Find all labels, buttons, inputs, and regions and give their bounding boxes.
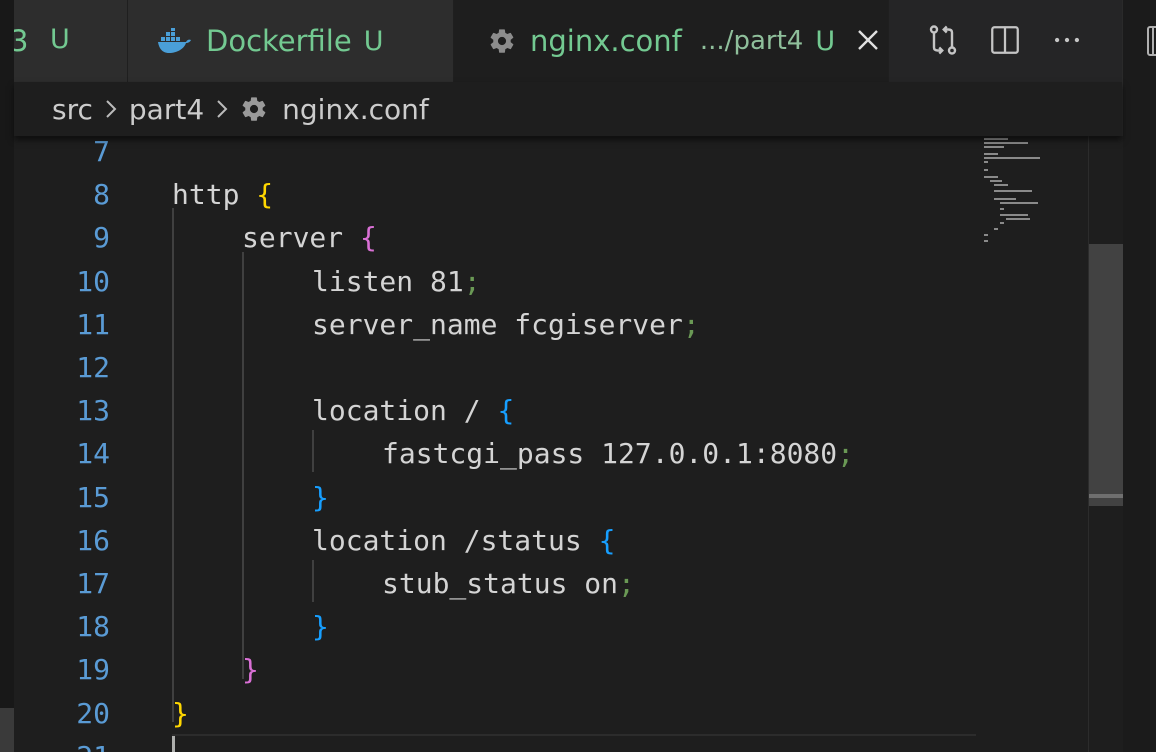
code-token: location / [312, 394, 498, 428]
line-text: server_name fcgiserver; [312, 303, 700, 346]
tab-label: Dockerfile [206, 24, 352, 58]
line-text: } [312, 476, 329, 519]
code-line[interactable]: 17 stub_status on; [14, 562, 976, 605]
scrollbar-cursor-marker [1089, 494, 1123, 498]
code-line[interactable]: 14 fastcgi_pass 127.0.0.1:8080; [14, 432, 976, 475]
line-text: stub_status on; [382, 562, 635, 605]
line-text: } [172, 692, 189, 735]
gear-icon [240, 95, 268, 123]
text-cursor [172, 736, 175, 752]
code-token: { [360, 221, 377, 255]
code-token: server_name fcgiserver [312, 307, 683, 341]
vertical-scrollbar[interactable] [1088, 136, 1123, 752]
code-token: } [242, 653, 259, 687]
code-token: } [172, 696, 189, 730]
breadcrumb-item-src[interactable]: src [52, 93, 93, 126]
code-token: ; [618, 567, 635, 600]
code-line[interactable]: 13 location / { [14, 389, 976, 432]
line-number: 17 [76, 567, 110, 600]
line-number: 12 [76, 351, 110, 384]
code-line[interactable]: 11 server_name fcgiserver; [14, 303, 976, 346]
panel-icon[interactable] [1147, 26, 1156, 60]
split-editor-icon[interactable] [985, 20, 1025, 60]
code-token: location /status [312, 523, 599, 557]
minimap[interactable] [976, 136, 1088, 752]
chevron-right-icon [214, 98, 230, 120]
close-icon[interactable] [852, 24, 884, 56]
tab-partial[interactable]: 3 U [14, 0, 128, 82]
code-token: listen 81 [312, 264, 464, 298]
editor-actions [888, 0, 1123, 82]
code-token: server [242, 221, 361, 255]
breadcrumb: src part4 nginx.conf [14, 82, 1122, 136]
code-token: { [256, 178, 274, 212]
docker-icon [158, 28, 191, 53]
secondary-panel-edge [1122, 0, 1156, 752]
untracked-badge: U [815, 25, 836, 57]
line-number: 20 [76, 696, 110, 730]
code-token: } [312, 480, 329, 514]
chevron-right-icon [103, 98, 119, 120]
line-number: 21 [14, 735, 110, 752]
line-number: 18 [76, 610, 110, 644]
breadcrumb-item-nginx-conf[interactable]: nginx.conf [282, 93, 429, 126]
line-number: 13 [76, 394, 110, 428]
tab-nginx-conf[interactable]: nginx.conf .../part4 U [454, 0, 902, 82]
code-line[interactable]: 12 [14, 346, 976, 389]
left-panel-edge [0, 0, 14, 752]
code-line[interactable]: 10 listen 81; [14, 260, 976, 303]
code-line[interactable]: 18} [14, 605, 976, 648]
code-token: ; [463, 264, 481, 298]
code-line[interactable]: 9 server { [14, 216, 976, 259]
editor-window: 3 U Dockerfile U [0, 0, 1156, 752]
line-number: 11 [76, 307, 110, 341]
untracked-badge: U [363, 25, 384, 57]
line-number: 15 [76, 480, 110, 514]
line-text: location /status { [312, 519, 615, 562]
line-number: 8 [93, 178, 110, 212]
untracked-badge: U [50, 24, 70, 55]
line-number: 10 [76, 264, 110, 298]
line-number: 7 [93, 136, 110, 168]
line-text: fastcgi_pass 127.0.0.1:8080; [382, 432, 854, 475]
code-token: } [312, 610, 329, 644]
source-control-compare-icon[interactable] [923, 20, 963, 60]
line-number: 9 [93, 221, 110, 255]
line-text: location / { [312, 389, 514, 432]
line-text: http { [172, 173, 273, 216]
line-text: } [312, 605, 329, 648]
gear-icon [490, 29, 514, 53]
code-line[interactable]: 7 [14, 136, 976, 173]
code-line[interactable]: 15} [14, 476, 976, 519]
code-token: ; [682, 307, 700, 341]
tab-description: .../part4 [699, 26, 804, 56]
line-number: 14 [76, 437, 110, 471]
tab-dockerfile[interactable]: Dockerfile U [128, 0, 454, 82]
more-actions-icon[interactable] [1047, 20, 1087, 60]
code-token: { [497, 394, 515, 428]
code-token: { [598, 523, 616, 557]
left-scrollbar-thumb[interactable] [0, 708, 14, 752]
code-line[interactable]: 19} [14, 648, 976, 691]
code-token: fastcgi_pass 127.0.0.1:8080 [382, 437, 838, 471]
current-line-highlight [172, 734, 976, 736]
tab-label: nginx.conf [530, 24, 682, 58]
breadcrumb-item-part4[interactable]: part4 [129, 93, 204, 126]
code-line[interactable]: 21 [14, 735, 976, 752]
code-token: http [172, 178, 257, 212]
line-number: 19 [76, 653, 110, 687]
tab-label: 3 [14, 24, 28, 58]
line-number: 16 [76, 523, 110, 557]
code-line[interactable]: 16 location /status { [14, 519, 976, 562]
line-text: listen 81; [312, 260, 481, 303]
code-line[interactable]: 20} [14, 692, 976, 735]
code-editor[interactable]: 7 8 http {9 server {10 listen 81; 11 server_na… [14, 136, 976, 752]
code-line[interactable]: 8 http { [14, 173, 976, 216]
code-token: stub_status on [382, 567, 619, 600]
code-token: ; [837, 437, 855, 471]
line-text: } [242, 648, 259, 691]
line-text: server { [242, 216, 377, 259]
scrollbar-thumb[interactable] [1089, 244, 1123, 506]
